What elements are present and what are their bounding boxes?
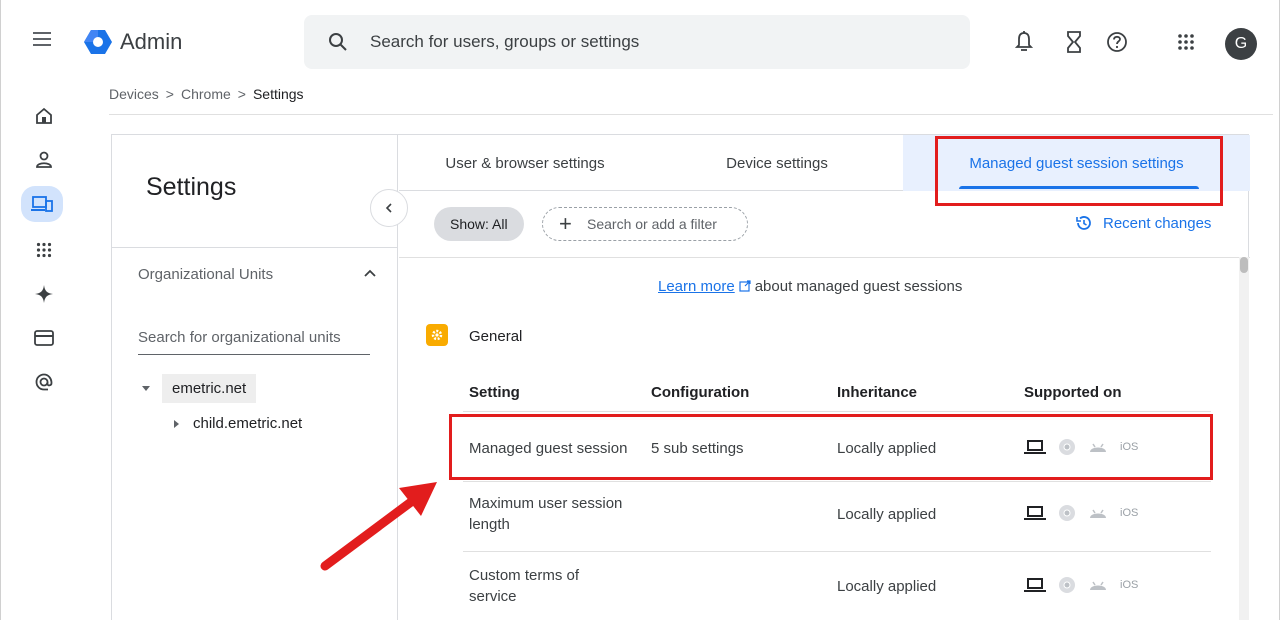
page-title: Settings bbox=[146, 173, 237, 201]
divider bbox=[463, 551, 1211, 552]
search-icon bbox=[329, 33, 347, 51]
divider bbox=[463, 481, 1211, 482]
breadcrumb-separator: > bbox=[165, 86, 174, 102]
tree-item-child[interactable]: child.emetric.net bbox=[174, 415, 302, 432]
android-icon bbox=[1090, 509, 1106, 518]
sparkle-icon[interactable] bbox=[23, 276, 65, 312]
learn-more-text: about managed guest sessions bbox=[754, 278, 963, 295]
row-setting-name[interactable]: Custom terms of service bbox=[469, 565, 609, 607]
tab-label: Device settings bbox=[726, 154, 828, 172]
scrollbar-thumb[interactable] bbox=[1240, 257, 1248, 273]
chevron-up-icon[interactable] bbox=[363, 266, 377, 280]
person-icon[interactable] bbox=[23, 142, 65, 178]
divider bbox=[399, 257, 1250, 258]
breadcrumb-separator: > bbox=[237, 86, 246, 102]
ou-section-title: Organizational Units bbox=[138, 266, 274, 283]
at-icon[interactable] bbox=[23, 364, 65, 400]
column-header-configuration: Configuration bbox=[651, 384, 750, 401]
recent-changes-link[interactable]: Recent changes bbox=[1075, 214, 1211, 232]
caret-down-icon[interactable] bbox=[142, 385, 150, 391]
annotation-arrow-icon bbox=[320, 482, 437, 571]
column-header-setting: Setting bbox=[469, 384, 520, 401]
admin-logo-icon[interactable] bbox=[83, 27, 113, 57]
history-icon bbox=[1076, 216, 1091, 230]
platform-icons: iOS bbox=[1024, 576, 1138, 594]
row-inheritance: Locally applied bbox=[837, 506, 937, 523]
breadcrumb-current: Settings bbox=[252, 86, 304, 102]
filter-placeholder[interactable]: Search or add a filter bbox=[587, 216, 717, 232]
caret-right-icon[interactable] bbox=[174, 419, 179, 428]
chevron-left-icon bbox=[385, 203, 392, 213]
tab-device-settings[interactable]: Device settings bbox=[651, 135, 903, 191]
settings-card: Settings Organizational Units Search for… bbox=[111, 134, 1250, 620]
highlight-box-row bbox=[449, 414, 1213, 480]
app-title[interactable]: Admin bbox=[120, 29, 182, 55]
billing-icon[interactable] bbox=[23, 320, 65, 356]
ios-label: iOS bbox=[1120, 507, 1139, 519]
show-all-chip[interactable]: Show: All bbox=[434, 207, 524, 241]
menu-icon[interactable] bbox=[31, 28, 53, 54]
collapse-panel-button[interactable] bbox=[370, 189, 408, 227]
help-icon[interactable] bbox=[1106, 31, 1128, 53]
hourglass-icon[interactable] bbox=[1065, 30, 1083, 54]
ou-search-input[interactable]: Search for organizational units bbox=[138, 329, 370, 355]
row-inheritance: Locally applied bbox=[837, 578, 937, 595]
breadcrumb-devices[interactable]: Devices bbox=[109, 86, 159, 102]
external-link-icon[interactable] bbox=[739, 280, 751, 292]
column-header-supported-on: Supported on bbox=[1024, 384, 1122, 401]
chrome-icon bbox=[1059, 577, 1075, 593]
apps-grid-icon[interactable] bbox=[1177, 33, 1195, 51]
learn-more-link[interactable]: Learn more bbox=[658, 278, 735, 295]
row-setting-name[interactable]: Maximum user session length bbox=[469, 493, 639, 535]
avatar[interactable]: G bbox=[1225, 28, 1257, 60]
search-placeholder[interactable]: Search for users, groups or settings bbox=[370, 32, 639, 52]
tree-item-label[interactable]: child.emetric.net bbox=[193, 415, 302, 432]
chrome-icon bbox=[1059, 505, 1075, 521]
divider bbox=[463, 411, 1211, 412]
highlight-box-tab bbox=[935, 136, 1223, 206]
section-title: General bbox=[469, 328, 523, 345]
tab-user-browser-settings[interactable]: User & browser settings bbox=[399, 135, 651, 191]
global-search[interactable]: Search for users, groups or settings bbox=[304, 15, 970, 69]
column-header-inheritance: Inheritance bbox=[837, 384, 918, 401]
platform-icons: iOS bbox=[1024, 504, 1138, 522]
filter-input[interactable]: + Search or add a filter bbox=[542, 207, 748, 241]
tree-item-label[interactable]: emetric.net bbox=[162, 373, 257, 403]
divider bbox=[112, 247, 398, 248]
divider bbox=[109, 114, 1273, 115]
breadcrumb-chrome[interactable]: Chrome bbox=[181, 86, 231, 102]
ios-label: iOS bbox=[1120, 579, 1139, 591]
tab-label: User & browser settings bbox=[445, 154, 605, 172]
scrollbar[interactable] bbox=[1239, 257, 1249, 620]
breadcrumb: Devices > Chrome > Settings bbox=[109, 86, 304, 102]
learn-more-line: Learn more about managed guest sessions bbox=[658, 278, 962, 295]
admin-console: Admin Search for users, groups or settin… bbox=[0, 0, 1280, 620]
recent-changes-label[interactable]: Recent changes bbox=[1103, 215, 1211, 232]
android-icon bbox=[1090, 581, 1106, 590]
tree-item-root[interactable]: emetric.net bbox=[138, 371, 257, 405]
laptop-icon bbox=[1024, 578, 1046, 592]
top-bar: Admin Search for users, groups or settin… bbox=[1, 0, 1280, 86]
laptop-icon bbox=[1024, 506, 1046, 520]
gear-icon bbox=[426, 324, 448, 346]
apps-icon[interactable] bbox=[23, 232, 65, 268]
bell-icon[interactable] bbox=[1015, 30, 1033, 54]
devices-icon[interactable] bbox=[21, 186, 63, 222]
plus-icon: + bbox=[559, 211, 572, 236]
home-icon[interactable] bbox=[23, 98, 65, 134]
